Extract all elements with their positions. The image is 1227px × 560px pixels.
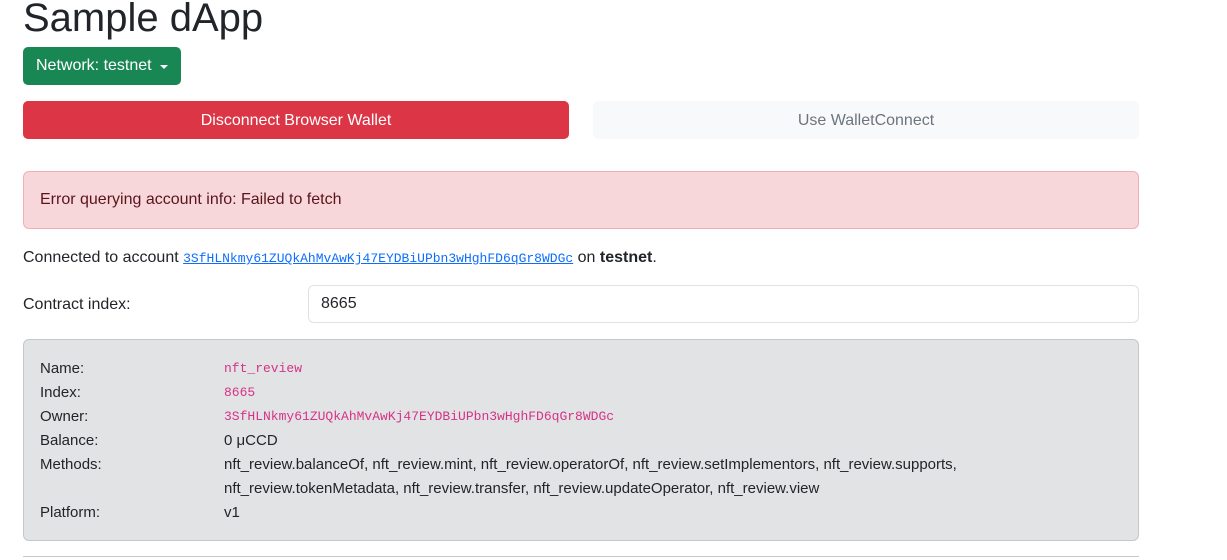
connection-status: Connected to account 3SfHLNkmy61ZUQkAhMv… xyxy=(23,247,657,270)
disconnect-wallet-button[interactable]: Disconnect Browser Wallet xyxy=(23,101,569,139)
page: Sample dApp Network: testnet Disconnect … xyxy=(0,0,1227,560)
name-label: Name: xyxy=(40,360,85,377)
connection-network: testnet xyxy=(599,249,653,266)
index-value: 8665 xyxy=(224,385,256,400)
connection-prefix: Connected to account xyxy=(23,249,184,266)
contract-index-input[interactable] xyxy=(308,285,1139,323)
balance-value: 0 μCCD xyxy=(224,432,278,449)
account-address-link[interactable]: 3SfHLNkmy61ZUQkAhMvAwKj47EYDBiUPbn3wHghF… xyxy=(183,251,573,266)
owner-value: 3SfHLNkmy61ZUQkAhMvAwKj47EYDBiUPbn3wHghF… xyxy=(224,409,615,424)
platform-label: Platform: xyxy=(40,504,101,521)
network-button-label: Network: testnet xyxy=(36,57,152,74)
balance-label: Balance: xyxy=(40,432,99,449)
contract-index-label: Contract index: xyxy=(23,296,131,313)
page-title: Sample dApp xyxy=(23,0,264,40)
connection-suffix: . xyxy=(652,249,657,266)
connection-middle: on xyxy=(573,249,600,266)
divider xyxy=(23,556,1139,557)
owner-label: Owner: xyxy=(40,408,89,425)
error-alert-message: Error querying account info: Failed to f… xyxy=(40,191,342,208)
caret-down-icon xyxy=(159,65,168,69)
name-value: nft_review xyxy=(224,361,303,376)
methods-label: Methods: xyxy=(40,456,102,473)
index-label: Index: xyxy=(40,384,81,401)
methods-value-line2: nft_review.tokenMetadata, nft_review.tra… xyxy=(224,480,820,497)
network-dropdown-button[interactable]: Network: testnet xyxy=(23,47,181,85)
platform-value: v1 xyxy=(224,504,240,521)
error-alert: Error querying account info: Failed to f… xyxy=(23,171,1139,229)
walletconnect-button[interactable]: Use WalletConnect xyxy=(593,101,1139,139)
methods-value-line1: nft_review.balanceOf, nft_review.mint, n… xyxy=(224,456,957,473)
contract-info-card: Name: nft_review Index: 8665 Owner: 3SfH… xyxy=(23,339,1139,541)
